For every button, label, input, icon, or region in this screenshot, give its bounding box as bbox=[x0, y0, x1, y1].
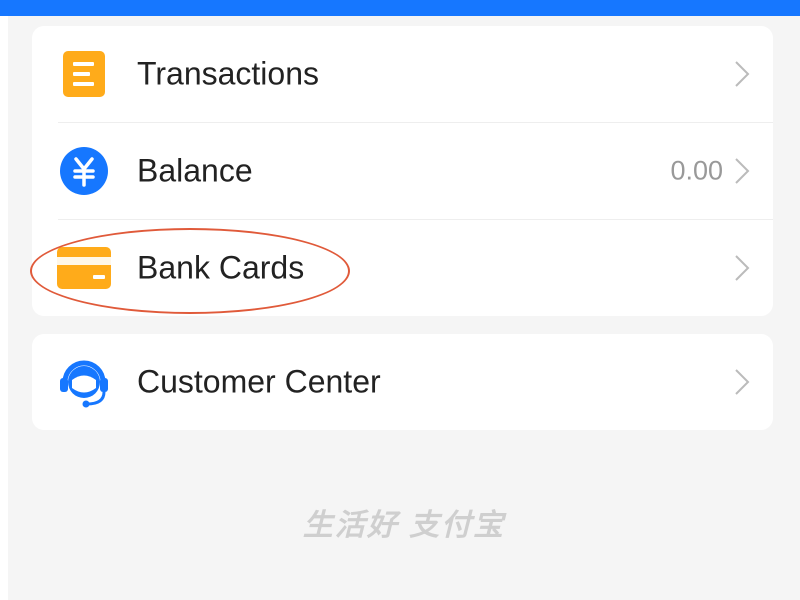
menu-card: Transactions Balance 0.00 Bank Cards bbox=[32, 26, 773, 316]
yuan-icon bbox=[56, 143, 112, 199]
status-bar bbox=[0, 0, 800, 16]
menu-item-balance[interactable]: Balance 0.00 bbox=[32, 123, 773, 219]
balance-value: 0.00 bbox=[670, 155, 723, 186]
menu-item-label: Bank Cards bbox=[137, 249, 305, 286]
support-card: Customer Center bbox=[32, 334, 773, 430]
menu-item-label: Balance bbox=[137, 152, 253, 189]
menu-item-label: Customer Center bbox=[137, 363, 381, 400]
screen: Transactions Balance 0.00 Bank Cards Cus… bbox=[8, 16, 800, 600]
menu-item-label: Transactions bbox=[137, 55, 319, 92]
chevron-right-icon bbox=[735, 255, 750, 281]
menu-item-bank-cards[interactable]: Bank Cards bbox=[32, 220, 773, 316]
chevron-right-icon bbox=[735, 369, 750, 395]
menu-item-customer-center[interactable]: Customer Center bbox=[32, 334, 773, 430]
chevron-right-icon bbox=[735, 61, 750, 87]
transactions-icon bbox=[56, 46, 112, 102]
customer-service-icon bbox=[56, 354, 112, 410]
footer-slogan: 生活好 支付宝 bbox=[302, 509, 506, 542]
chevron-right-icon bbox=[735, 158, 750, 184]
menu-item-transactions[interactable]: Transactions bbox=[32, 26, 773, 122]
bank-card-icon bbox=[56, 240, 112, 296]
